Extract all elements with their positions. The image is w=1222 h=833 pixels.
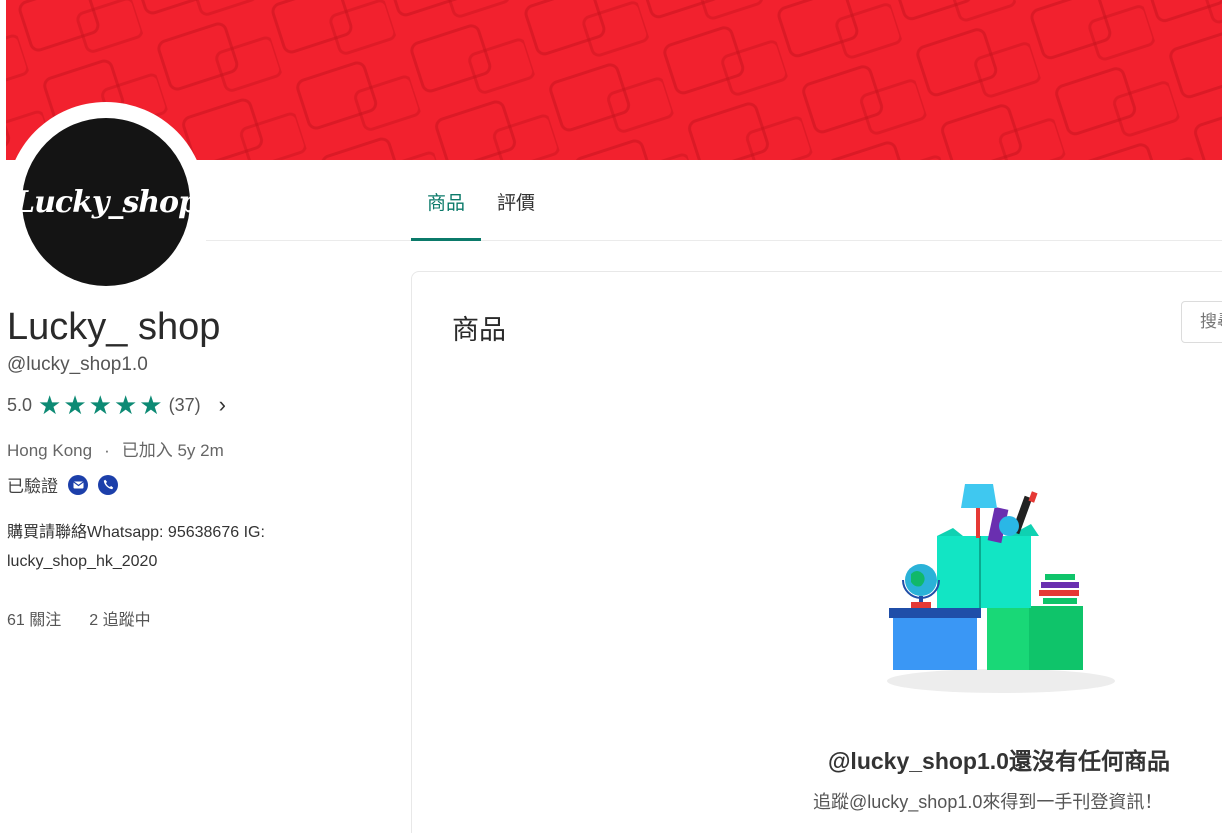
rating-stars: ★ ★ ★ ★ ★ [38, 392, 165, 418]
rating-score: 5.0 [7, 394, 33, 415]
star-icon: ★ [139, 390, 163, 420]
active-tab-indicator [411, 238, 481, 241]
review-count: (37) [168, 394, 201, 415]
star-icon: ★ [88, 390, 112, 420]
avatar-logo-text: Lucky_shop [13, 184, 199, 220]
shop-name: Lucky_ shop [7, 306, 221, 348]
follow-stats: 61 關注 2 追蹤中 [7, 606, 151, 630]
search-input[interactable] [1181, 301, 1222, 343]
empty-state-title: @lucky_shop1.0還沒有任何商品 [828, 748, 1170, 774]
shop-bio: 購買請聯絡Whatsapp: 95638676 IG: lucky_shop_h… [7, 524, 265, 570]
empty-boxes-illustration [887, 484, 1115, 693]
location: Hong Kong [7, 441, 93, 460]
star-icon: ★ [38, 390, 62, 420]
cover-pattern [6, 0, 1222, 160]
shop-handle: @lucky_shop1.0 [7, 354, 148, 375]
products-card: 商品 @lucky_shop1.0還沒有任何商品 追蹤@lucky_shop1.… [411, 271, 1222, 833]
location-joined: Hong Kong · 已加入 5y 2m [7, 436, 224, 461]
chevron-right-icon[interactable]: › [219, 392, 226, 418]
separator-dot: · [104, 441, 110, 460]
star-icon: ★ [113, 390, 138, 420]
followers-count[interactable]: 61 關注 [7, 612, 61, 629]
tab-reviews[interactable]: 評價 [497, 188, 535, 215]
joined-duration: 已加入 5y 2m [121, 441, 224, 460]
products-title: 商品 [452, 315, 506, 345]
avatar[interactable]: Lucky_shop [14, 118, 199, 286]
tab-products[interactable]: 商品 [427, 188, 465, 215]
verified-label: 已驗證 [7, 477, 58, 496]
star-icon: ★ [63, 390, 87, 420]
phone-icon [98, 474, 118, 495]
mail-icon [68, 474, 88, 495]
rating-row[interactable]: 5.0 ★ ★ ★ ★ ★ (37) › [7, 392, 226, 418]
empty-state-subtitle: 追蹤@lucky_shop1.0來得到一手刊登資訊！ [813, 792, 1163, 812]
verified-row: 已驗證 [7, 472, 118, 497]
cover-banner [6, 0, 1222, 160]
following-count[interactable]: 2 追蹤中 [89, 612, 150, 629]
tab-bar: 商品 評價 [206, 160, 1222, 241]
